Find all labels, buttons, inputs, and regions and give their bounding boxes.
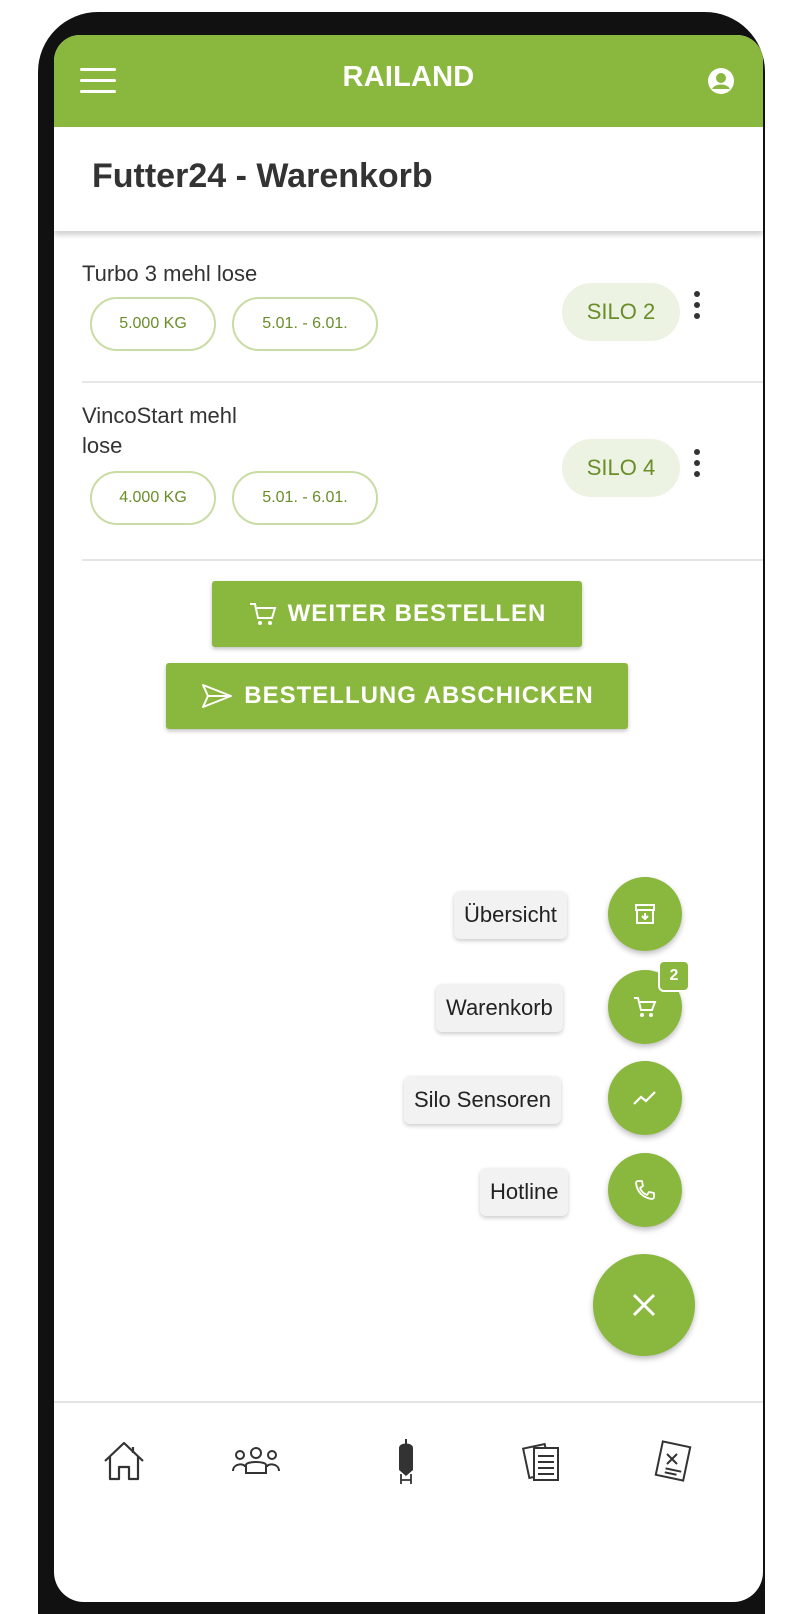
silo-badge: SILO 2 — [562, 283, 680, 341]
close-icon — [632, 1293, 656, 1317]
silo-sensors-fab[interactable] — [608, 1061, 682, 1135]
quantity-chip[interactable]: 4.000 KG — [90, 471, 216, 525]
speed-dial-label-overview[interactable]: Übersicht — [454, 891, 567, 939]
bottom-navigation — [54, 1401, 763, 1523]
submit-order-button[interactable]: BESTELLUNG ABSCHICKEN — [166, 663, 628, 729]
nav-silo[interactable] — [376, 1431, 436, 1491]
cart-icon — [634, 997, 657, 1017]
hotline-fab[interactable] — [608, 1153, 682, 1227]
cart-item: VincoStart mehl lose 4.000 KG 5.01. - 6.… — [82, 383, 763, 561]
users-group-icon — [232, 1447, 280, 1474]
continue-ordering-button[interactable]: WEITER BESTELLEN — [212, 581, 582, 647]
app-title: RAILAND — [342, 61, 475, 93]
documents-icon — [522, 1442, 559, 1481]
nav-users[interactable] — [226, 1431, 286, 1491]
silo-icon — [399, 1439, 413, 1484]
speed-dial-label-hotline[interactable]: Hotline — [480, 1168, 569, 1216]
cart-fab[interactable]: 2 — [608, 960, 690, 1044]
archive-icon — [635, 904, 655, 924]
cart-count-badge: 2 — [658, 960, 690, 992]
date-range-chip[interactable]: 5.01. - 6.01. — [232, 471, 378, 525]
speed-dial-label-cart[interactable]: Warenkorb — [436, 984, 563, 1032]
submit-order-label: BESTELLUNG ABSCHICKEN — [244, 682, 594, 709]
nav-home[interactable] — [94, 1431, 154, 1491]
invoice-icon — [654, 1440, 692, 1482]
phone-icon — [635, 1180, 655, 1200]
cart-item: Turbo 3 mehl lose 5.000 KG 5.01. - 6.01.… — [82, 245, 763, 383]
overview-fab[interactable] — [608, 877, 682, 951]
app-screen: RAILAND Futter24 - Warenkorb Turbo 3 meh… — [54, 35, 763, 1602]
app-bar: RAILAND — [54, 35, 763, 127]
cart-icon — [249, 603, 277, 625]
page-title: Futter24 - Warenkorb — [92, 157, 433, 195]
more-options-icon[interactable] — [692, 449, 702, 485]
product-name: VincoStart mehl lose — [82, 403, 237, 458]
date-range-chip[interactable]: 5.01. - 6.01. — [232, 297, 378, 351]
silo-badge: SILO 4 — [562, 439, 680, 497]
trend-chart-icon — [633, 1091, 656, 1105]
nav-invoices[interactable] — [644, 1431, 704, 1491]
speed-dial-label-silo-sensors[interactable]: Silo Sensoren — [404, 1076, 561, 1124]
quantity-chip[interactable]: 5.000 KG — [90, 297, 216, 351]
continue-ordering-label: WEITER BESTELLEN — [287, 600, 547, 627]
product-name: Turbo 3 mehl lose — [82, 261, 258, 286]
home-icon — [104, 1441, 144, 1481]
speed-dial-close-fab[interactable] — [593, 1254, 695, 1356]
more-options-icon[interactable] — [692, 291, 702, 327]
page-header: Futter24 - Warenkorb — [54, 127, 763, 231]
send-icon — [202, 684, 233, 708]
nav-documents[interactable] — [514, 1431, 574, 1491]
account-circle-icon[interactable] — [707, 67, 735, 95]
